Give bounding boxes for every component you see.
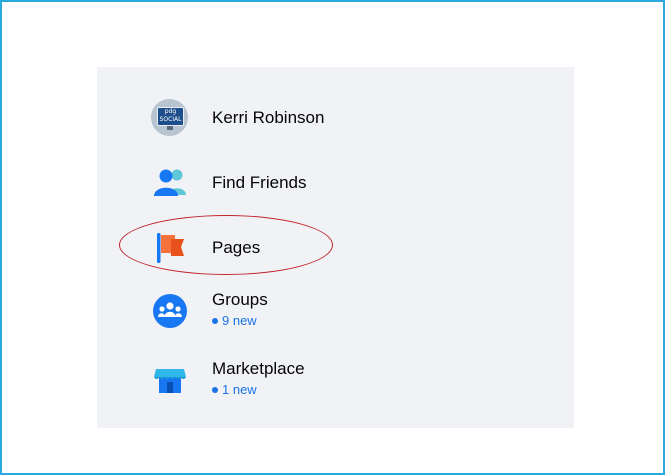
unread-dot-icon [212, 318, 218, 324]
avatar-text-bottom: SOCIAL [159, 116, 182, 123]
menu-item-pages[interactable]: Pages [151, 229, 260, 267]
screenshot-frame: pdg SOCIAL Kerri Robinson Find Friends P… [0, 0, 665, 475]
avatar-screen: pdg SOCIAL [157, 107, 184, 126]
menu-item-label: Find Friends [212, 173, 307, 192]
friends-icon [151, 164, 189, 202]
badge-text: 1 new [222, 382, 257, 397]
menu-item-label: Kerri Robinson [212, 108, 325, 127]
avatar-stand [167, 126, 173, 130]
shortcuts-menu: pdg SOCIAL Kerri Robinson Find Friends P… [97, 67, 574, 428]
avatar: pdg SOCIAL [151, 99, 188, 136]
avatar-text-top: pdg [164, 108, 177, 115]
unread-dot-icon [212, 387, 218, 393]
menu-item-label: Groups [212, 290, 268, 309]
menu-item-marketplace[interactable]: Marketplace 1 new [151, 359, 305, 398]
menu-item-label: Marketplace [212, 359, 305, 378]
profile-avatar-icon: pdg SOCIAL [151, 99, 189, 137]
menu-item-find-friends[interactable]: Find Friends [151, 164, 306, 202]
new-count-badge: 1 new [212, 382, 305, 398]
menu-item-profile[interactable]: pdg SOCIAL Kerri Robinson [151, 99, 324, 137]
new-count-badge: 9 new [212, 313, 268, 329]
marketplace-icon [151, 360, 189, 398]
menu-item-label: Pages [212, 238, 261, 257]
badge-text: 9 new [222, 313, 257, 328]
flag-icon [151, 229, 189, 267]
menu-item-groups[interactable]: Groups 9 new [151, 290, 268, 329]
groups-icon [151, 291, 189, 329]
